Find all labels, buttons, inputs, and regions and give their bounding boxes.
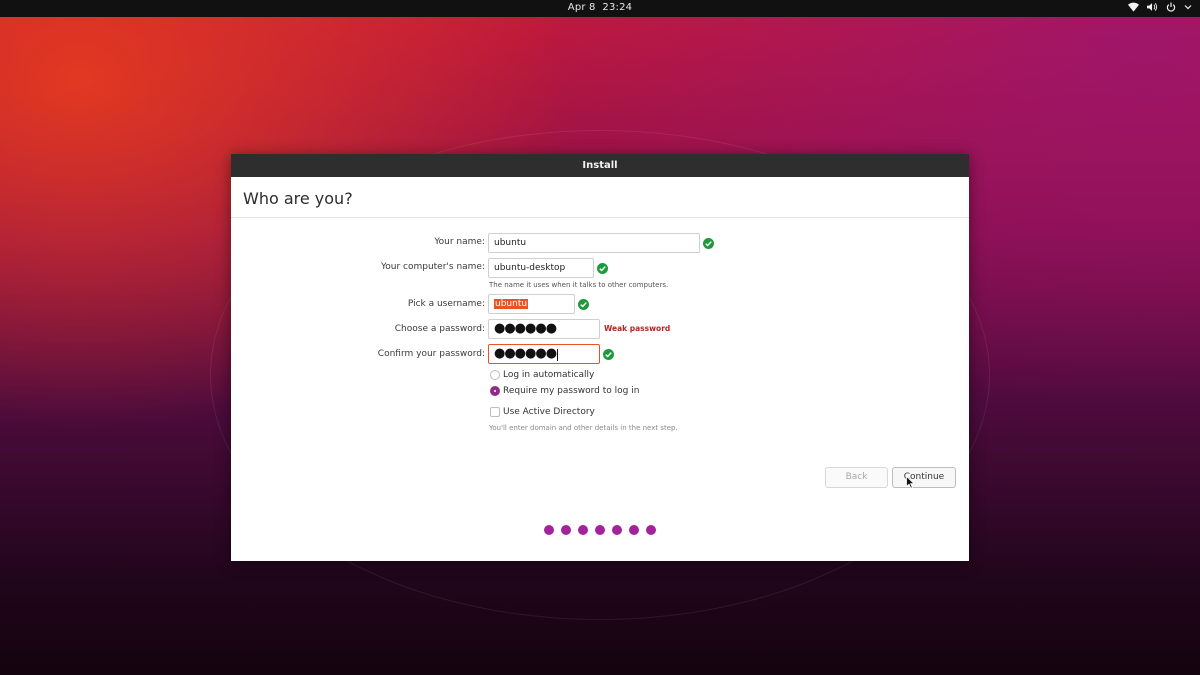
progress-dot <box>561 525 571 535</box>
confirm-password-input[interactable]: ●●●●●● <box>488 344 600 364</box>
text-caret <box>557 348 559 361</box>
check-icon <box>703 238 714 249</box>
chevron-down-icon[interactable] <box>1184 2 1192 12</box>
confirm-password-label: Confirm your password: <box>377 349 485 359</box>
username-value: ubuntu <box>494 299 529 309</box>
check-icon <box>597 263 608 274</box>
password-label: Choose a password: <box>394 324 485 334</box>
login-auto-option[interactable]: Log in automatically <box>490 370 594 380</box>
power-icon[interactable] <box>1166 2 1176 12</box>
login-password-option[interactable]: Require my password to log in <box>490 386 639 396</box>
progress-dot <box>629 525 639 535</box>
clock-time: 23:24 <box>602 2 633 13</box>
installer-window: Install Who are you? Your name: ubuntu Y… <box>231 154 969 561</box>
username-label: Pick a username: <box>407 299 485 309</box>
progress-dot <box>595 525 605 535</box>
window-title[interactable]: Install <box>231 154 969 177</box>
password-strength: Weak password <box>604 324 671 333</box>
progress-indicator <box>544 525 656 535</box>
page-title: Who are you? <box>243 189 353 208</box>
clock[interactable]: Apr 8 23:24 <box>0 2 1200 13</box>
system-tray[interactable] <box>1128 2 1192 12</box>
computer-name-input[interactable]: ubuntu-desktop <box>488 258 594 278</box>
progress-dot <box>544 525 554 535</box>
confirm-password-dots: ●●●●●● <box>494 346 557 361</box>
password-dots: ●●●●●● <box>494 321 557 336</box>
top-bar: Apr 8 23:24 <box>0 0 1200 17</box>
wifi-icon[interactable] <box>1128 2 1139 12</box>
login-password-radio[interactable] <box>490 386 500 396</box>
login-auto-radio[interactable] <box>490 370 500 380</box>
volume-icon[interactable] <box>1147 2 1158 12</box>
active-directory-checkbox[interactable] <box>490 407 500 417</box>
check-icon <box>603 349 614 360</box>
computer-name-hint: The name it uses when it talks to other … <box>489 281 669 289</box>
back-button[interactable]: Back <box>825 467 888 488</box>
computer-name-label: Your computer's name: <box>380 262 485 272</box>
name-input[interactable]: ubuntu <box>488 233 700 253</box>
clock-date: Apr 8 <box>567 2 596 13</box>
name-label: Your name: <box>434 237 485 247</box>
progress-dot <box>646 525 656 535</box>
mouse-cursor-icon <box>906 476 915 489</box>
active-directory-label: Use Active Directory <box>503 407 595 417</box>
login-auto-label: Log in automatically <box>503 370 595 380</box>
continue-button[interactable]: Continue <box>892 467 956 488</box>
password-input[interactable]: ●●●●●● <box>488 319 600 339</box>
progress-dot <box>578 525 588 535</box>
progress-dot <box>612 525 622 535</box>
active-directory-hint: You'll enter domain and other details in… <box>489 424 678 432</box>
username-input[interactable]: ubuntu <box>488 294 575 314</box>
active-directory-option[interactable]: Use Active Directory <box>490 407 595 417</box>
divider <box>231 217 969 218</box>
check-icon <box>578 299 589 310</box>
login-password-label: Require my password to log in <box>503 386 640 396</box>
